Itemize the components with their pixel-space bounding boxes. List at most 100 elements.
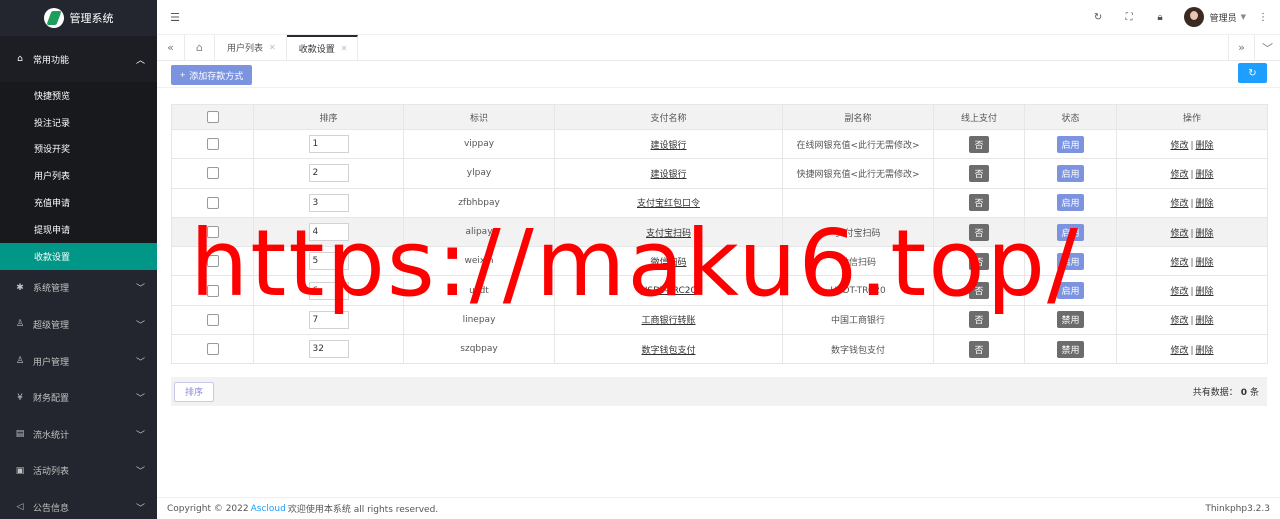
sidebar-item[interactable]: 充值申请	[0, 189, 157, 216]
add-deposit-method-button[interactable]: + 添加存款方式	[171, 65, 253, 85]
sort-input[interactable]	[308, 164, 349, 183]
sort-input[interactable]	[308, 340, 349, 359]
row-checkbox[interactable]	[206, 284, 219, 297]
close-icon[interactable]: ✕	[269, 43, 276, 52]
tab-scroll-left-icon[interactable]: «	[157, 35, 185, 60]
sidebar-group-common[interactable]: ⌂ 常用功能 ︿	[0, 36, 157, 82]
sidebar-group-label: 用户管理	[33, 357, 70, 368]
chevron-down-icon: ﹀	[135, 430, 145, 441]
tab-scroll-right-icon[interactable]: »	[1228, 35, 1254, 60]
status-badge[interactable]: 启用	[1057, 135, 1084, 153]
refresh-button[interactable]: ↻	[1238, 63, 1267, 83]
edit-link[interactable]: 修改	[1170, 287, 1188, 297]
menu-toggle-icon[interactable]: ☰	[157, 11, 193, 24]
edit-link[interactable]: 修改	[1170, 199, 1188, 209]
home-tab-icon[interactable]: ⌂	[185, 35, 215, 60]
select-all-checkbox[interactable]	[206, 111, 219, 123]
status-badge[interactable]: 启用	[1057, 164, 1084, 182]
edit-link[interactable]: 修改	[1170, 229, 1188, 239]
sidebar-item[interactable]: 收款设置	[0, 242, 157, 270]
status-badge[interactable]: 启用	[1057, 194, 1084, 212]
payment-name-link[interactable]: USDT-TRC20	[641, 286, 696, 296]
row-checkbox[interactable]	[206, 167, 219, 180]
sidebar-group[interactable]: ▤ 流水统计 ﹀	[0, 416, 157, 453]
tab-user-list[interactable]: 用户列表 ✕	[215, 35, 287, 60]
sidebar-item[interactable]: 快捷预览	[0, 82, 157, 109]
edit-link[interactable]: 修改	[1170, 258, 1188, 268]
sort-input[interactable]	[308, 223, 349, 242]
sort-input[interactable]	[308, 281, 349, 300]
delete-link[interactable]: 删除	[1196, 229, 1214, 239]
status-badge[interactable]: 启用	[1057, 223, 1084, 241]
sort-cell	[253, 246, 404, 277]
lock-icon[interactable]: 🔒︎	[1145, 12, 1176, 23]
row-checkbox[interactable]	[206, 343, 219, 356]
row-checkbox[interactable]	[206, 226, 219, 239]
delete-link[interactable]: 删除	[1196, 258, 1214, 268]
sidebar-group[interactable]: ✱ 系统管理 ﹀	[0, 270, 157, 307]
delete-link[interactable]: 删除	[1196, 287, 1214, 297]
online-badge[interactable]: 否	[969, 135, 989, 153]
sort-input[interactable]	[308, 135, 349, 154]
row-checkbox[interactable]	[206, 196, 219, 209]
sort-input[interactable]	[308, 252, 349, 271]
edit-link[interactable]: 修改	[1170, 316, 1188, 326]
payment-name-link[interactable]: 微信扫码	[650, 258, 686, 268]
online-badge[interactable]: 否	[969, 282, 989, 300]
more-vertical-icon[interactable]: ⋮	[1258, 12, 1268, 23]
delete-link[interactable]: 删除	[1196, 316, 1214, 326]
status-badge[interactable]: 启用	[1057, 282, 1084, 300]
sidebar-group[interactable]: ◁ 公告信息 ﹀	[0, 489, 157, 519]
delete-link[interactable]: 删除	[1196, 141, 1214, 151]
fullscreen-icon[interactable]: ⛶	[1114, 12, 1145, 23]
sidebar-item[interactable]: 预设开奖	[0, 136, 157, 163]
app-logo[interactable]: 管理系统	[0, 0, 157, 36]
sidebar-group[interactable]: ♙ 用户管理 ﹀	[0, 343, 157, 380]
edit-link[interactable]: 修改	[1170, 141, 1188, 151]
payment-name-link[interactable]: 支付宝红包口令	[637, 199, 700, 209]
edit-link[interactable]: 修改	[1170, 170, 1188, 180]
sidebar-groups: ✱ 系统管理 ﹀ ♙ 超级管理 ﹀ ♙ 用户管理 ﹀ ¥ 财务配置 ﹀ ▤ 流水统计 ﹀ ▣ 活动列表 ﹀ ◁ 公告信…	[0, 270, 157, 519]
online-badge[interactable]: 否	[969, 252, 989, 270]
sort-button[interactable]: 排序	[174, 381, 215, 402]
delete-link[interactable]: 删除	[1196, 170, 1214, 180]
sidebar-item[interactable]: 投注记录	[0, 109, 157, 136]
total-count: 共有数据： 0 条	[1193, 385, 1259, 398]
payment-name-link[interactable]: 建设银行	[650, 170, 686, 180]
sidebar-group[interactable]: ♙ 超级管理 ﹀	[0, 306, 157, 343]
payment-name-link[interactable]: 支付宝扫码	[646, 229, 691, 239]
brand-link[interactable]: Ascloud	[251, 504, 286, 514]
status-badge[interactable]: 禁用	[1057, 340, 1084, 358]
row-checkbox[interactable]	[206, 138, 219, 151]
online-badge[interactable]: 否	[969, 194, 989, 212]
payment-name-cell: 建设银行	[554, 128, 783, 160]
online-badge[interactable]: 否	[969, 164, 989, 182]
tab-payment-settings[interactable]: 收款设置 ✕	[286, 35, 359, 60]
delete-link[interactable]: 删除	[1196, 199, 1214, 209]
online-badge[interactable]: 否	[969, 311, 989, 329]
sidebar-item[interactable]: 提现申请	[0, 216, 157, 243]
status-badge[interactable]: 禁用	[1057, 311, 1084, 329]
payment-name-link[interactable]: 建设银行	[650, 141, 686, 151]
row-checkbox[interactable]	[206, 313, 219, 326]
row-checkbox[interactable]	[206, 255, 219, 268]
sidebar-group[interactable]: ¥ 财务配置 ﹀	[0, 379, 157, 416]
tab-menu-chevron-icon[interactable]: ﹀	[1254, 35, 1280, 60]
sort-input[interactable]	[308, 310, 349, 329]
refresh-icon[interactable]: ↻	[1083, 12, 1114, 23]
avatar[interactable]	[1183, 7, 1204, 27]
online-badge[interactable]: 否	[969, 223, 989, 241]
status-badge[interactable]: 启用	[1057, 252, 1084, 270]
users-icon: ♙	[15, 356, 25, 367]
sort-input[interactable]	[308, 193, 349, 212]
close-icon[interactable]: ✕	[341, 44, 348, 53]
admin-name[interactable]: 管理员	[1210, 11, 1237, 24]
edit-link[interactable]: 修改	[1170, 346, 1188, 356]
caret-down-icon[interactable]: ▼	[1241, 13, 1246, 21]
payment-name-link[interactable]: 数字钱包支付	[641, 346, 695, 356]
payment-name-link[interactable]: 工商银行转账	[641, 316, 695, 326]
online-badge[interactable]: 否	[969, 340, 989, 358]
sidebar-group[interactable]: ▣ 活动列表 ﹀	[0, 453, 157, 490]
delete-link[interactable]: 删除	[1196, 346, 1214, 356]
sidebar-item[interactable]: 用户列表	[0, 162, 157, 189]
